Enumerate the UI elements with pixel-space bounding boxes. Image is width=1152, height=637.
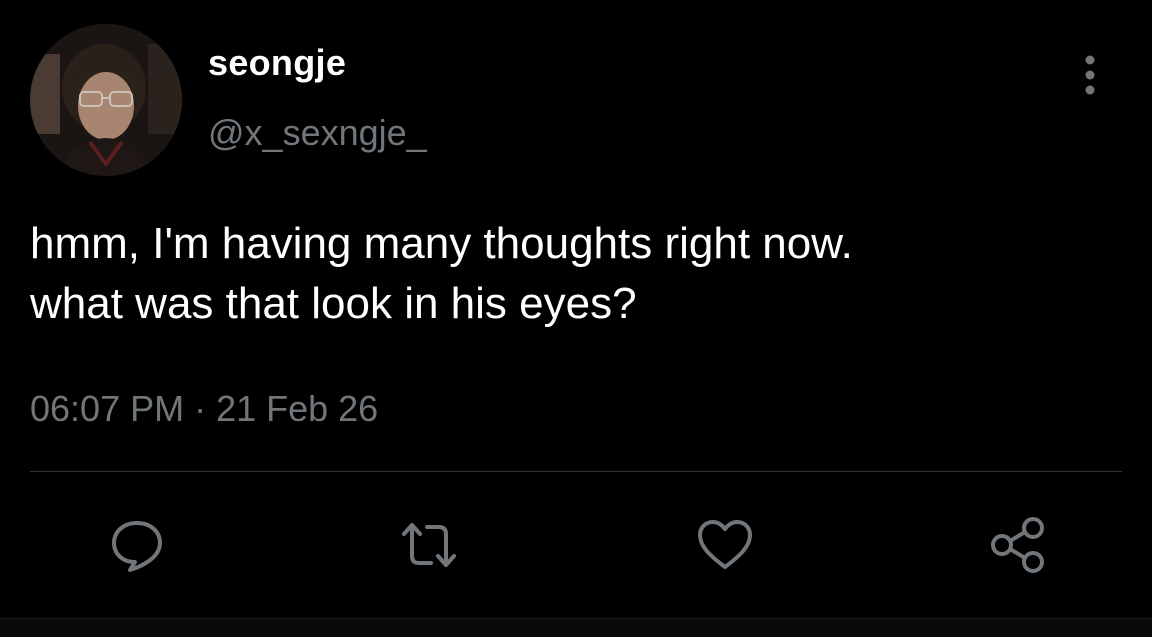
heart-icon (698, 520, 752, 569)
more-options-button[interactable] (1072, 52, 1108, 98)
tweet-text: hmm, I'm having many thoughts right now.… (30, 219, 853, 328)
more-vertical-icon (1085, 55, 1095, 95)
reply-button[interactable] (106, 514, 168, 576)
share-icon (991, 517, 1044, 573)
retweet-button[interactable] (398, 514, 460, 576)
user-handle[interactable]: @x_sexngje_ (208, 112, 427, 154)
display-name[interactable]: seongje (208, 42, 346, 84)
tweet-card: seongje @x_sexngje_ hmm, I'm having many… (0, 0, 1152, 637)
share-button[interactable] (986, 514, 1048, 576)
bottom-bar (0, 618, 1152, 637)
retweet-icon (402, 523, 456, 567)
divider (30, 471, 1122, 472)
tweet-timestamp[interactable]: 06:07 PM · 21 Feb 26 (30, 388, 378, 430)
avatar[interactable] (30, 24, 182, 176)
avatar-photo (30, 24, 182, 176)
reply-icon (112, 521, 162, 572)
like-button[interactable] (694, 514, 756, 576)
